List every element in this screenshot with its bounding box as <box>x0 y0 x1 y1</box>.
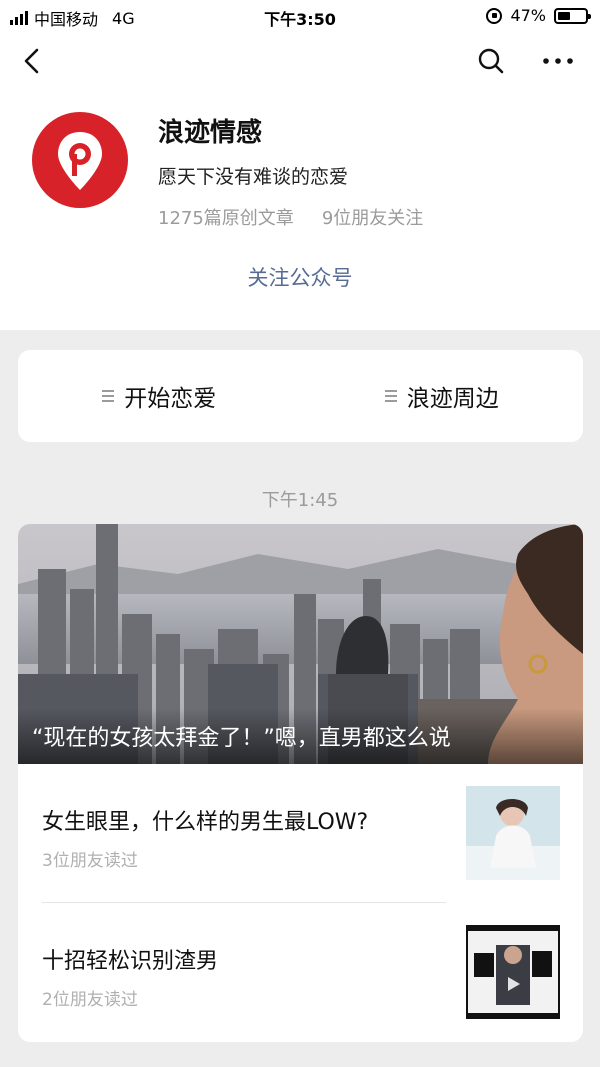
video-thumbnail <box>466 925 560 1019</box>
menu-item-label: 浪迹周边 <box>406 386 499 412</box>
friends-following: 9位朋友关注 <box>321 208 424 229</box>
message-timestamp: 下午1:45 <box>261 490 339 511</box>
status-right: 47% <box>486 6 591 25</box>
menu-item-wander-around[interactable]: 浪迹周边 <box>301 379 584 413</box>
battery-fill <box>558 11 571 20</box>
account-stats: 1275篇原创文章 9位朋友关注 <box>158 204 423 230</box>
search-icon[interactable] <box>476 46 506 76</box>
status-bar: 中国移动 4G 下午3:50 47% <box>0 0 600 32</box>
battery-percent: 47% <box>510 6 546 25</box>
menu-item-start-dating[interactable]: 开始恋爱 <box>18 379 301 413</box>
article-title: 女生眼里，什么样的男生最LOW? <box>42 810 369 835</box>
account-logo[interactable] <box>32 112 128 208</box>
menu-item-label: 开始恋爱 <box>124 386 217 412</box>
menu-card: 开始恋爱 浪迹周边 <box>18 350 583 442</box>
account-name: 浪迹情感 <box>158 118 263 148</box>
menu-lines-icon <box>384 390 397 402</box>
article-friends-read: 3位朋友读过 <box>42 851 138 871</box>
article-friends-read: 2位朋友读过 <box>42 990 138 1010</box>
battery-icon <box>554 7 591 24</box>
follow-button[interactable]: 关注公众号 <box>0 262 600 292</box>
menu-lines-icon <box>102 390 115 402</box>
hero-article[interactable]: “现在的女孩太拜金了！”嗯，直男都这么说 <box>18 524 583 764</box>
rotation-lock-icon <box>486 7 503 24</box>
more-icon[interactable] <box>540 46 576 76</box>
article-card: “现在的女孩太拜金了！”嗯，直男都这么说 女生眼里，什么样的男生最LOW? 3位… <box>18 524 583 1042</box>
account-profile: 浪迹情感 愿天下没有难谈的恋爱 1275篇原创文章 9位朋友关注 关注公众号 <box>0 90 600 330</box>
article-item[interactable]: 女生眼里，什么样的男生最LOW? 3位朋友读过 <box>18 764 583 902</box>
article-title: 十招轻松识别渣男 <box>42 949 219 974</box>
article-count: 1275篇原创文章 <box>158 208 294 229</box>
back-icon[interactable] <box>18 46 48 76</box>
article-thumbnail <box>466 786 560 880</box>
account-slogan: 愿天下没有难谈的恋爱 <box>158 166 349 188</box>
article-item[interactable]: 十招轻松识别渣男 2位朋友读过 <box>18 903 583 1041</box>
nav-bar <box>0 32 600 90</box>
hero-article-title: “现在的女孩太拜金了！”嗯，直男都这么说 <box>18 708 583 764</box>
location-pin-logo-icon <box>58 132 102 190</box>
